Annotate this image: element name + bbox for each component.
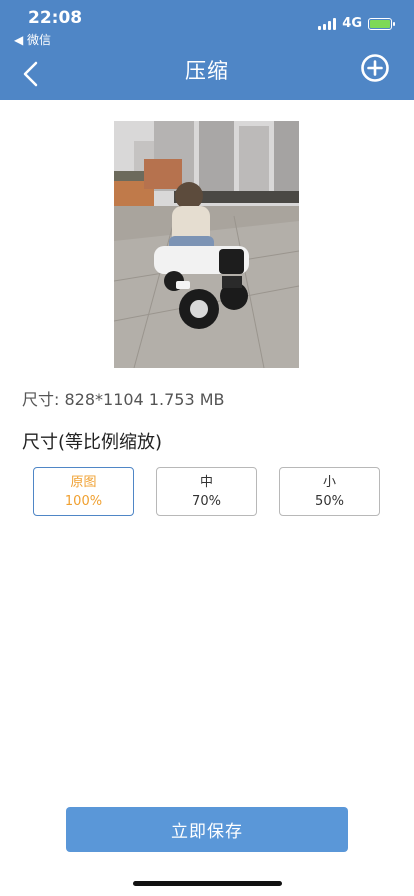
scale-option-medium[interactable]: 中 70% xyxy=(156,467,257,516)
save-button[interactable]: 立即保存 xyxy=(66,807,348,852)
home-indicator xyxy=(133,881,282,886)
image-info: 尺寸: 828*1104 1.753 MB xyxy=(22,390,225,409)
option-label: 中 xyxy=(199,474,213,490)
app-header: 22:08 ◀ 微信 4G 压缩 xyxy=(0,0,414,100)
photo-preview xyxy=(114,121,299,368)
plus-circle-icon xyxy=(361,54,389,82)
page-title: 压缩 xyxy=(185,59,229,83)
scale-option-original[interactable]: 原图 100% xyxy=(33,467,134,516)
option-label: 小 xyxy=(322,474,336,490)
option-percent: 50% xyxy=(315,493,344,509)
back-to-wechat-link[interactable]: ◀ 微信 xyxy=(14,31,51,48)
status-time: 22:08 xyxy=(28,8,83,28)
signal-icon xyxy=(318,17,337,30)
scale-option-small[interactable]: 小 50% xyxy=(279,467,380,516)
status-indicators: 4G xyxy=(318,16,395,31)
add-button[interactable] xyxy=(360,53,390,83)
battery-icon xyxy=(368,17,395,30)
option-label: 原图 xyxy=(70,474,97,490)
option-percent: 70% xyxy=(192,493,221,509)
network-type: 4G xyxy=(342,16,362,31)
option-percent: 100% xyxy=(64,493,103,509)
scale-section-title: 尺寸(等比例缩放) xyxy=(22,432,163,453)
